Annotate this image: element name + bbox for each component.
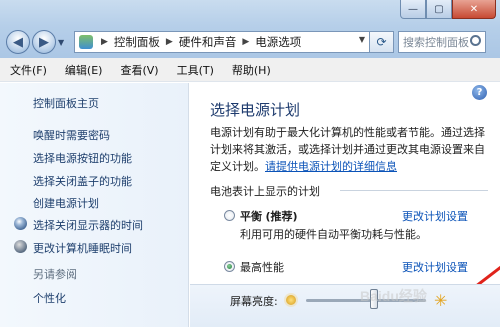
sidebar: 控制面板主页 唤醒时需要密码 选择电源按钮的功能 选择关闭盖子的功能 创建电源计… <box>0 83 189 327</box>
chevron-right-icon: ▶ <box>165 37 173 47</box>
plan-balanced-radio[interactable] <box>224 210 235 221</box>
help-icon: ? <box>476 87 483 98</box>
page-description: 电源计划有助于最大化计算机的性能或者节能。通过选择计划来将其激活，或选择计划并通… <box>210 124 488 175</box>
menu-view[interactable]: 查看(V) <box>120 62 158 78</box>
plan-balanced-title: 平衡 <box>240 210 262 223</box>
sidebar-item-power-button[interactable]: 选择电源按钮的功能 <box>33 150 132 166</box>
close-button[interactable]: ✕ <box>452 0 496 19</box>
brightness-bar: 屏幕亮度: ✳ <box>190 284 500 327</box>
plan-balanced-name[interactable]: 平衡 (推荐) <box>240 208 298 224</box>
sidebar-item-sleep-time[interactable]: 更改计算机睡眠时间 <box>33 240 132 256</box>
sidebar-home-link[interactable]: 控制面板主页 <box>33 95 99 111</box>
maximize-button[interactable]: ▢ <box>426 0 452 19</box>
display-icon <box>14 217 27 230</box>
recent-pages-dropdown-icon[interactable]: ▼ <box>58 38 68 47</box>
search-icon[interactable] <box>470 35 481 46</box>
breadcrumb-power-options[interactable]: 电源选项 <box>255 34 301 50</box>
plan-balanced-change-link[interactable]: 更改计划设置 <box>402 208 468 224</box>
refresh-icon: ⟳ <box>376 35 387 49</box>
search-placeholder: 搜索控制面板 <box>403 36 469 49</box>
plan-high-performance-name[interactable]: 最高性能 <box>240 259 284 275</box>
window-controls: — ▢ ✕ <box>400 0 496 20</box>
menu-tools[interactable]: 工具(T) <box>177 62 214 78</box>
address-bar[interactable]: ▶ 控制面板 ▶ 硬件和声音 ▶ 电源选项 ▼ <box>74 31 370 53</box>
address-dropdown-icon[interactable]: ▼ <box>359 35 365 44</box>
plan-balanced-description: 利用可用的硬件自动平衡功耗与性能。 <box>240 228 427 241</box>
menu-edit[interactable]: 编辑(E) <box>65 62 103 78</box>
forward-button[interactable]: ▶ <box>32 30 56 54</box>
sidebar-item-display-off[interactable]: 选择关闭显示器的时间 <box>33 217 143 233</box>
menu-file[interactable]: 文件(F) <box>10 62 47 78</box>
plan-details-link[interactable]: 请提供电源计划的详细信息 <box>265 160 397 173</box>
watermark: Baidu经验 <box>360 288 427 304</box>
sidebar-item-wake-password[interactable]: 唤醒时需要密码 <box>33 127 110 143</box>
window-chrome: — ▢ ✕ ◀ ▶ ▼ ▶ 控制面板 ▶ 硬件和声音 ▶ 电源选项 ▼ ⟳ 搜索… <box>0 0 500 64</box>
dim-sun-icon <box>286 295 296 305</box>
back-arrow-icon: ◀ <box>13 34 23 50</box>
search-input[interactable]: 搜索控制面板 <box>398 31 486 53</box>
section-divider <box>340 190 488 191</box>
minimize-button[interactable]: — <box>400 0 426 19</box>
menu-help[interactable]: 帮助(H) <box>232 62 271 78</box>
see-also-heading: 另请参阅 <box>33 268 77 281</box>
refresh-button[interactable]: ⟳ <box>370 31 394 53</box>
chevron-right-icon: ▶ <box>101 37 108 47</box>
plan-high-performance-radio[interactable] <box>224 261 235 272</box>
breadcrumb-hardware-sound[interactable]: 硬件和声音 <box>179 34 237 50</box>
sleep-icon <box>14 240 27 253</box>
breadcrumb-control-panel[interactable]: 控制面板 <box>114 34 160 50</box>
back-button[interactable]: ◀ <box>6 30 30 54</box>
section-heading: 电池表计上显示的计划 <box>210 185 320 198</box>
page-title: 选择电源计划 <box>210 101 301 119</box>
brightness-label: 屏幕亮度: <box>230 295 278 308</box>
plan-balanced-suffix: (推荐) <box>265 210 298 223</box>
bright-sun-icon: ✳ <box>434 291 448 310</box>
sidebar-item-create-plan[interactable]: 创建电源计划 <box>33 195 99 211</box>
forward-arrow-icon: ▶ <box>39 34 49 50</box>
help-button[interactable]: ? <box>472 85 487 100</box>
chevron-right-icon: ▶ <box>242 37 250 47</box>
navigation-row: ◀ ▶ ▼ ▶ 控制面板 ▶ 硬件和声音 ▶ 电源选项 ▼ ⟳ 搜索控制面板 <box>6 28 496 56</box>
menu-bar: 文件(F) 编辑(E) 查看(V) 工具(T) 帮助(H) <box>0 58 500 82</box>
sidebar-item-personalize[interactable]: 个性化 <box>33 290 66 306</box>
control-panel-icon <box>79 35 93 49</box>
sidebar-item-close-lid[interactable]: 选择关闭盖子的功能 <box>33 173 132 189</box>
